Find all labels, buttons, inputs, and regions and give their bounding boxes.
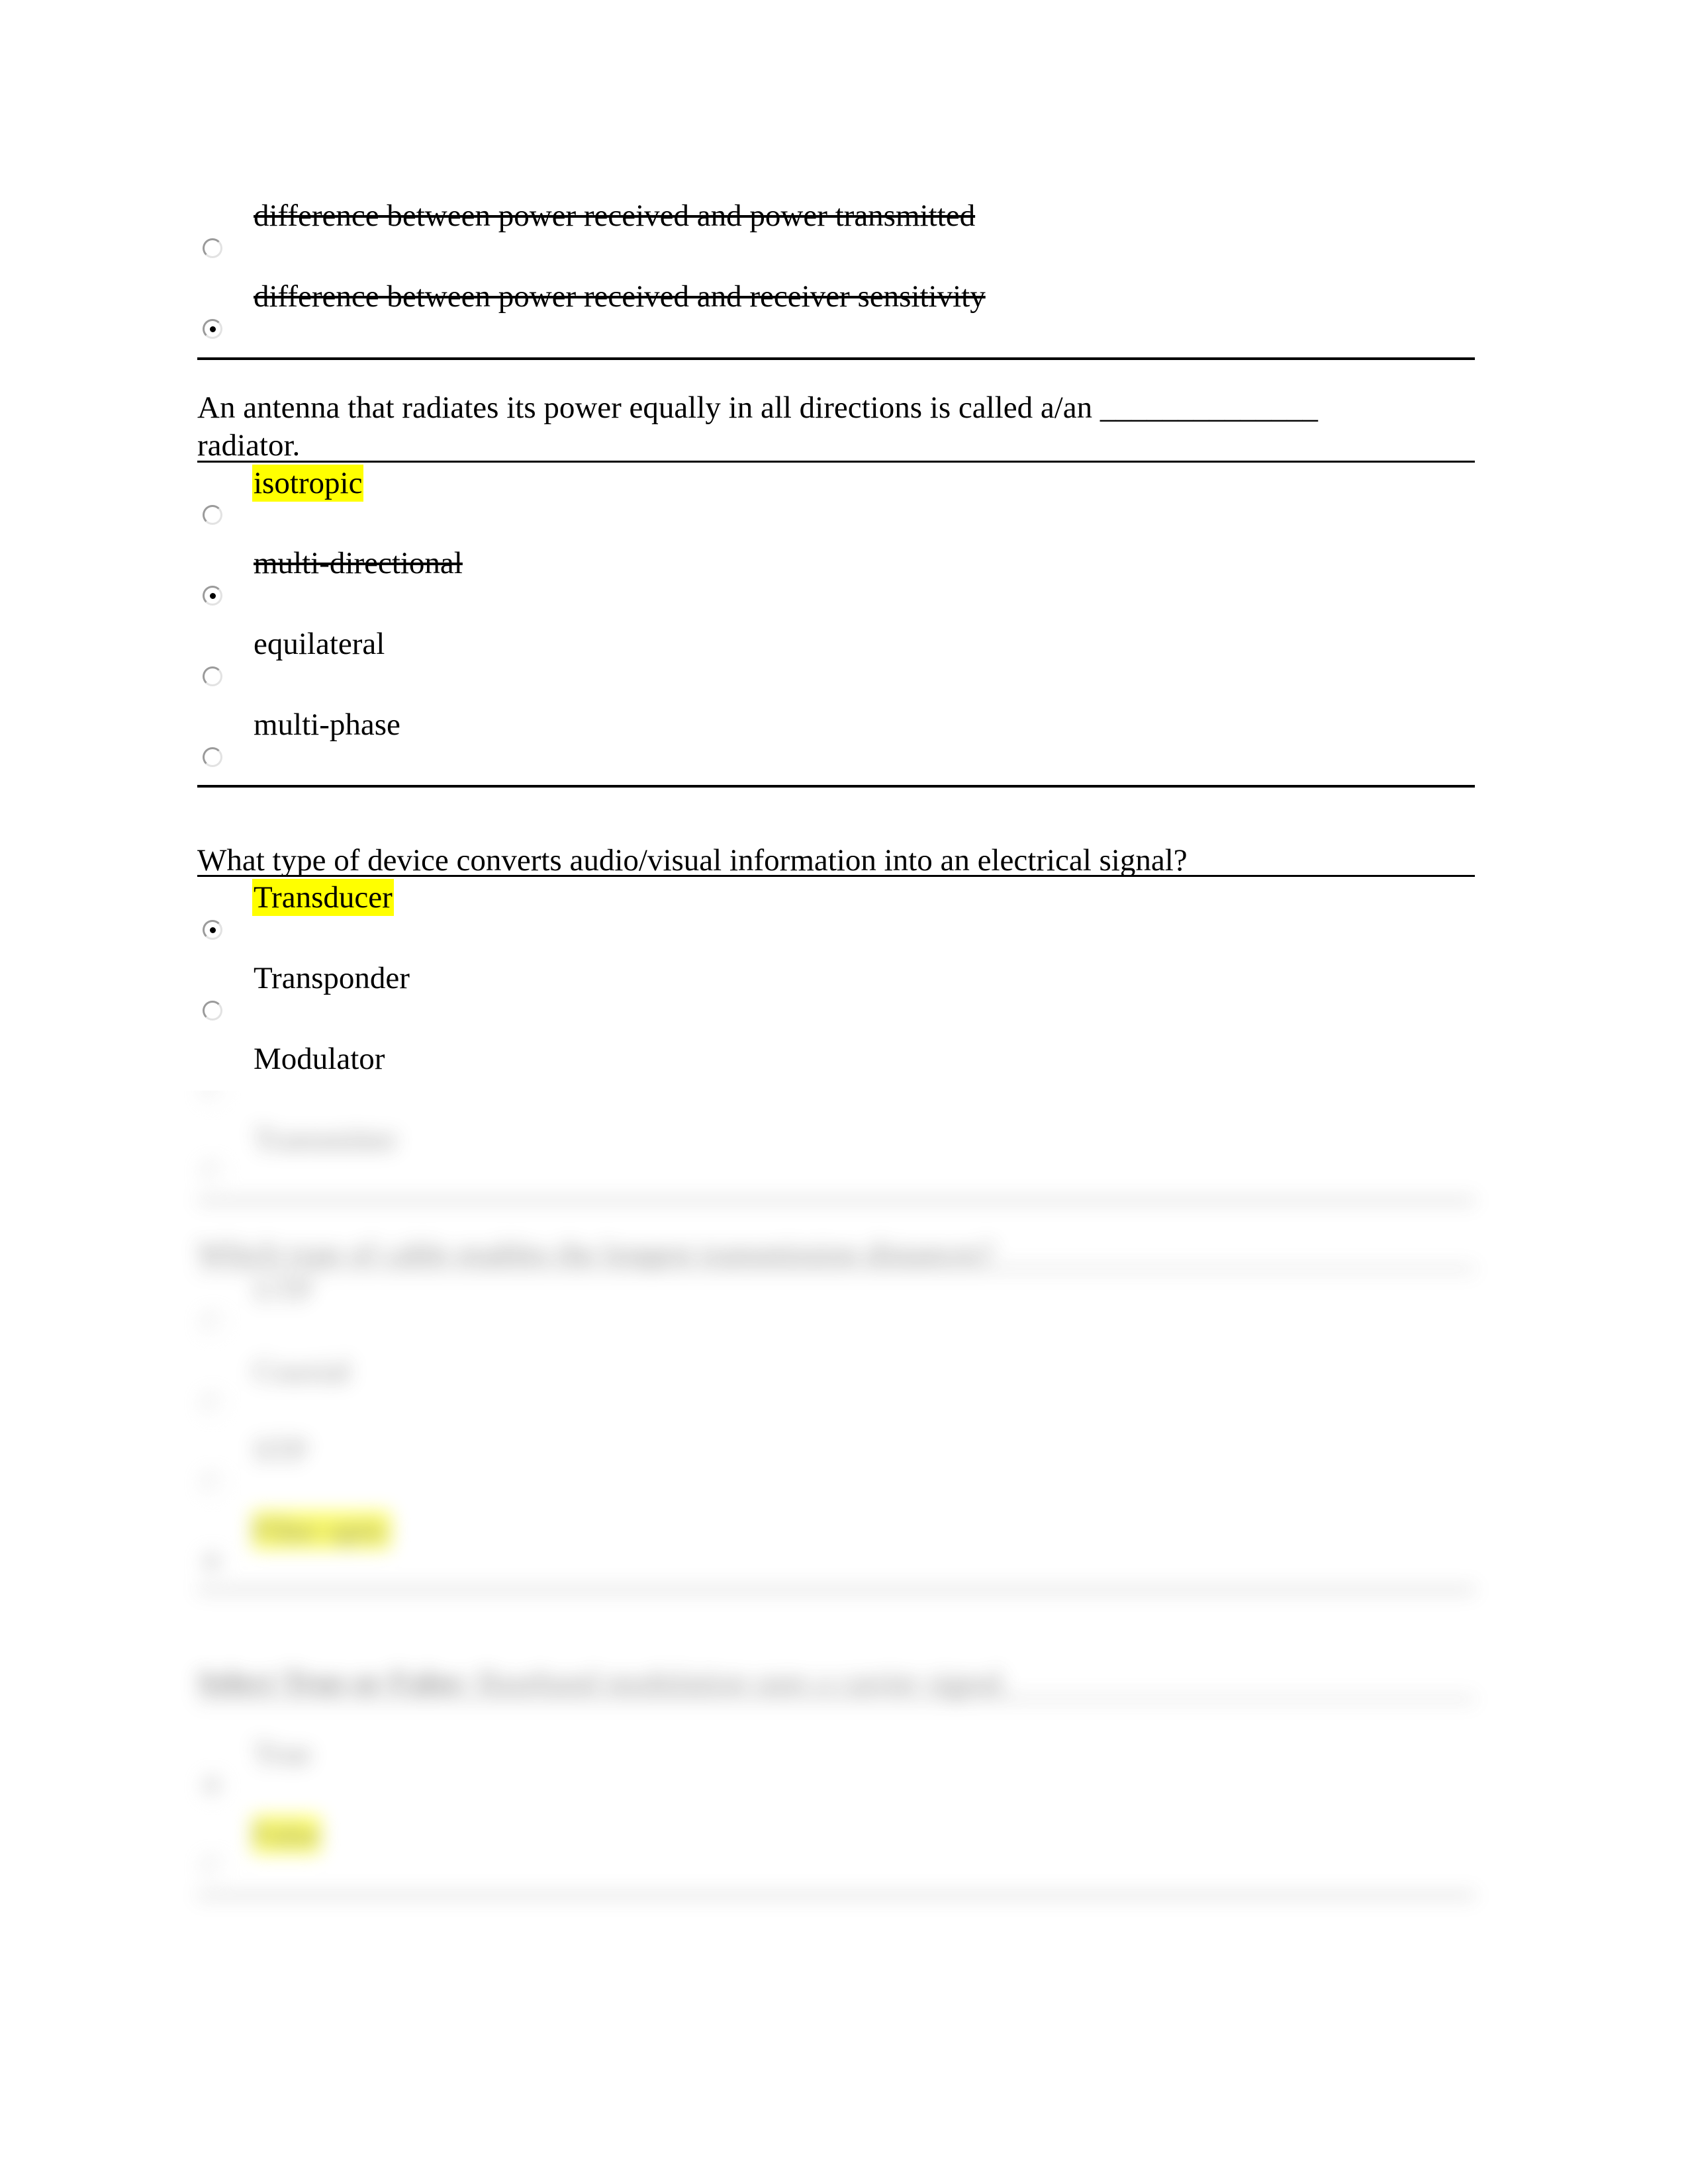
q3-option-2-label: Transponder <box>254 961 410 995</box>
q2-option-2-label: multi-directional <box>254 546 463 580</box>
q3-option-1-radio[interactable] <box>203 920 222 940</box>
q4-option-4-radio[interactable] <box>203 1553 222 1572</box>
divider <box>197 1894 1475 1897</box>
q2-question-text-line2: radiator. <box>197 428 301 463</box>
q4-option-1-radio[interactable] <box>203 1313 222 1333</box>
q2-option-3-radio[interactable] <box>203 666 222 686</box>
question-underline <box>197 875 1475 877</box>
q4-option-2-radio[interactable] <box>203 1394 222 1414</box>
q5-option-1-label: True <box>254 1737 312 1771</box>
q3-option-4-radio[interactable] <box>203 1162 222 1182</box>
q2-option-1-radio[interactable] <box>203 505 222 525</box>
q2-option-4-radio[interactable] <box>203 747 222 767</box>
q3-option-2-radio[interactable] <box>203 1001 222 1021</box>
q1-option-2-label: difference between power received and re… <box>254 279 986 314</box>
q1-option-1-radio[interactable] <box>203 238 222 258</box>
q2-option-3-label: equilateral <box>254 627 385 661</box>
q4-option-1-label: UTP <box>254 1273 312 1308</box>
q2-option-4-label: multi-phase <box>254 707 400 742</box>
q4-option-3-label: STP <box>254 1433 307 1468</box>
q1-option-2-radio[interactable] <box>203 319 222 339</box>
divider <box>197 1588 1475 1591</box>
question-underline <box>197 1268 1475 1270</box>
q5-option-1-radio[interactable] <box>203 1776 222 1796</box>
question-underline <box>197 1698 1475 1700</box>
q5-question-text: Select True or False: Baseband modulatio… <box>197 1664 1009 1701</box>
q5-question-body: Baseband modulation uses a carrier signa… <box>469 1665 1009 1700</box>
q1-option-1-label: difference between power received and po… <box>254 199 976 233</box>
q3-option-1-label: Transducer <box>252 879 394 916</box>
q5-question-prefix: Select True or False: <box>197 1665 470 1700</box>
question-underline <box>197 461 1475 463</box>
q3-option-3-label: Modulator <box>254 1042 385 1076</box>
q4-option-2-label: Coaxial <box>254 1354 351 1388</box>
q5-option-2-label: False <box>252 1816 321 1853</box>
q4-option-3-radio[interactable] <box>203 1473 222 1493</box>
divider <box>197 357 1475 360</box>
q2-option-2-radio[interactable] <box>203 586 222 606</box>
q4-option-4-label: Fiber optic <box>252 1512 391 1549</box>
blurred-region: Transmitter Which type of cable enables … <box>0 1091 1688 2184</box>
q2-question-text-line1: An antenna that radiates its power equal… <box>197 390 1318 425</box>
q2-option-1-label: isotropic <box>252 465 364 502</box>
q3-option-3-radio[interactable] <box>203 1091 222 1101</box>
q4-question-text: Which type of cable enables the longest … <box>197 1236 994 1271</box>
q5-option-2-radio[interactable] <box>203 1857 222 1877</box>
divider <box>197 1199 1475 1202</box>
q3-question-text: What type of device converts audio/visua… <box>197 843 1188 878</box>
q3-option-4-label: Transmitter <box>254 1122 398 1157</box>
quiz-page: difference between power received and po… <box>0 0 1688 2184</box>
divider <box>197 785 1475 788</box>
